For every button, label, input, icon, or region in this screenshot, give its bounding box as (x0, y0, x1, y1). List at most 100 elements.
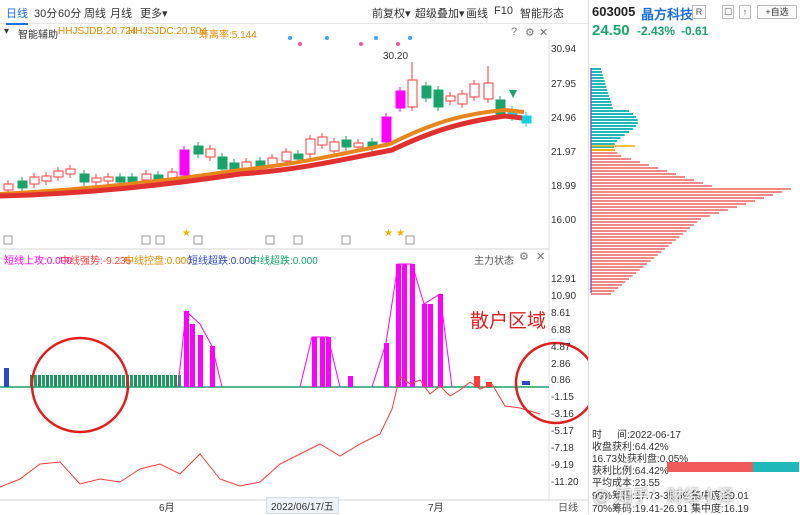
news-icon (155, 235, 165, 245)
tab-monthly[interactable]: 月线 (110, 5, 132, 21)
sub-bar-green (74, 375, 77, 387)
chip-bar (591, 92, 609, 94)
chip-bar (591, 83, 606, 85)
tab-daily[interactable]: 日线 (6, 5, 28, 25)
x-month-june: 6月 (159, 503, 175, 514)
star-icon: ★ (182, 228, 191, 239)
chip-bar (591, 179, 694, 181)
chip-bar (591, 188, 791, 190)
chip-bar (591, 230, 687, 232)
main-tick-3: 24.96 (551, 113, 577, 124)
chip-bar (591, 215, 710, 217)
chip-bar (591, 71, 602, 73)
chip-bar (591, 269, 640, 271)
signal-dot (325, 36, 329, 40)
draw-line-button[interactable]: 画线 (466, 5, 488, 21)
sub-tick: -11.20 (551, 476, 579, 488)
main-gear-icon[interactable]: ⚙ (525, 26, 535, 39)
chip-bar (591, 95, 610, 97)
f10-button[interactable]: F10 (494, 5, 513, 17)
sub-bar-green (62, 375, 65, 387)
tab-more-label: 更多 (140, 8, 162, 20)
chip-bar (591, 131, 630, 133)
chip-bar (591, 155, 622, 157)
chip-bar (591, 77, 604, 79)
gear-icon[interactable]: ⚙ (519, 250, 529, 263)
chip-bar (591, 224, 694, 226)
candle (329, 141, 340, 152)
chip-bar (591, 173, 676, 175)
add-watchlist-button[interactable]: +自选 (757, 5, 797, 19)
x-month-july: 7月 (428, 503, 444, 514)
overlay-dropdown[interactable]: 超级叠加▾ (415, 5, 465, 21)
sub-bar-green (94, 375, 97, 387)
chip-bar (591, 176, 685, 178)
sub-bar-green (106, 375, 109, 387)
chip-bar (591, 227, 691, 229)
profit-bar-red (667, 462, 753, 472)
chip-bar (591, 152, 618, 154)
smart-pattern-button[interactable]: 智能形态 (520, 5, 564, 21)
tab-weekly[interactable]: 周线 (84, 5, 106, 21)
close-icon[interactable]: ✕ (536, 250, 545, 263)
chip-bar (591, 287, 619, 289)
chip-bar (591, 275, 633, 277)
candle (127, 176, 138, 183)
signal-dot (359, 42, 363, 46)
sub-bar-magenta (384, 343, 389, 387)
sub-bar-green (118, 375, 121, 387)
sub-tick: -1.15 (551, 392, 574, 404)
sub-bar-magenta (190, 324, 195, 387)
profit-bar-teal (753, 462, 799, 472)
chip-bar (591, 257, 655, 259)
change-percent: -2.43% (637, 24, 676, 38)
main-tick-6: 16.00 (551, 215, 577, 226)
chip-bar (591, 254, 658, 256)
stock-code: 603005 (592, 4, 636, 19)
chip-bar (591, 284, 622, 286)
up-icon[interactable]: ↑ (739, 5, 751, 19)
candlestick-chart[interactable]: ★ ★ ★ (0, 24, 588, 514)
adjust-dropdown[interactable]: 前复权▾ (372, 5, 411, 21)
candle (317, 136, 328, 146)
candle (305, 138, 316, 155)
chip-bar (591, 170, 667, 172)
main-close-icon[interactable]: ✕ (539, 26, 548, 39)
candle (65, 168, 76, 175)
status-label[interactable]: 主力状态 (474, 252, 514, 267)
candle (445, 95, 456, 102)
chip-bar (591, 89, 608, 91)
last-price: 24.50 (592, 22, 630, 39)
sub-bar-magenta (396, 264, 401, 387)
sub-bar-green (138, 375, 141, 387)
chip-bar (591, 239, 676, 241)
tab-30min[interactable]: 30分 (34, 5, 57, 21)
chip-bar (591, 266, 644, 268)
chip-bar (591, 122, 638, 124)
candle (457, 93, 468, 105)
tab-60min[interactable]: 60分 (58, 5, 81, 21)
stock-name[interactable]: 晶方科技 (641, 4, 693, 23)
sub-bar-green (174, 375, 177, 387)
sub-bar-green (102, 375, 105, 387)
period-label: 日线 (558, 503, 578, 514)
chip-bar (591, 281, 626, 283)
sub-bar-magenta (348, 376, 353, 387)
r-button[interactable]: R (692, 5, 706, 19)
news-icon (3, 235, 13, 245)
tab-more[interactable]: 更多▾ (140, 5, 168, 21)
sub-bar-magenta (428, 304, 433, 387)
chip-bar (591, 110, 629, 112)
candle (433, 89, 444, 108)
candle (141, 173, 152, 181)
sub-bar-green (170, 375, 173, 387)
chip-bar (591, 212, 719, 214)
star-icon: ★ (384, 228, 393, 239)
candle (205, 148, 216, 158)
checkbox-icon[interactable]: ☐ (722, 5, 734, 19)
candle (91, 177, 102, 183)
sub-bar-green (70, 375, 73, 387)
sub-bar-green (46, 375, 49, 387)
candle (381, 116, 392, 143)
help-icon[interactable]: ? (511, 26, 517, 38)
